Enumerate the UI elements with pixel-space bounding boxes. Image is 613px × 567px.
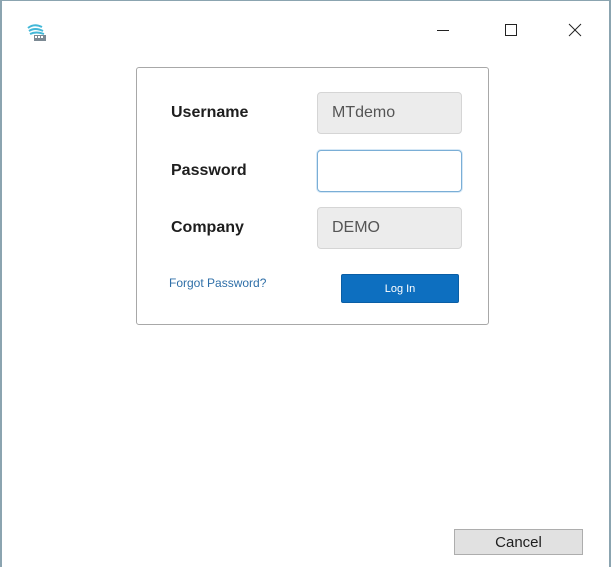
close-icon: [567, 22, 583, 43]
close-button[interactable]: [552, 17, 598, 47]
app-logo-icon: [26, 23, 50, 43]
login-button[interactable]: Log In: [341, 274, 459, 303]
minimize-button[interactable]: [420, 17, 466, 47]
cancel-button[interactable]: Cancel: [454, 529, 583, 555]
password-label: Password: [171, 162, 247, 179]
login-panel: Username Password Company Forgot Passwor…: [136, 67, 489, 325]
title-bar: [2, 1, 609, 63]
maximize-button[interactable]: [488, 17, 534, 47]
forgot-password-link[interactable]: Forgot Password?: [169, 276, 266, 290]
username-field[interactable]: [317, 92, 462, 134]
minimize-icon: [435, 22, 451, 43]
login-window: Username Password Company Forgot Passwor…: [0, 0, 611, 567]
company-label: Company: [171, 219, 244, 236]
maximize-icon: [503, 22, 519, 43]
company-field[interactable]: [317, 207, 462, 249]
password-field[interactable]: [317, 150, 462, 192]
username-label: Username: [171, 104, 249, 121]
